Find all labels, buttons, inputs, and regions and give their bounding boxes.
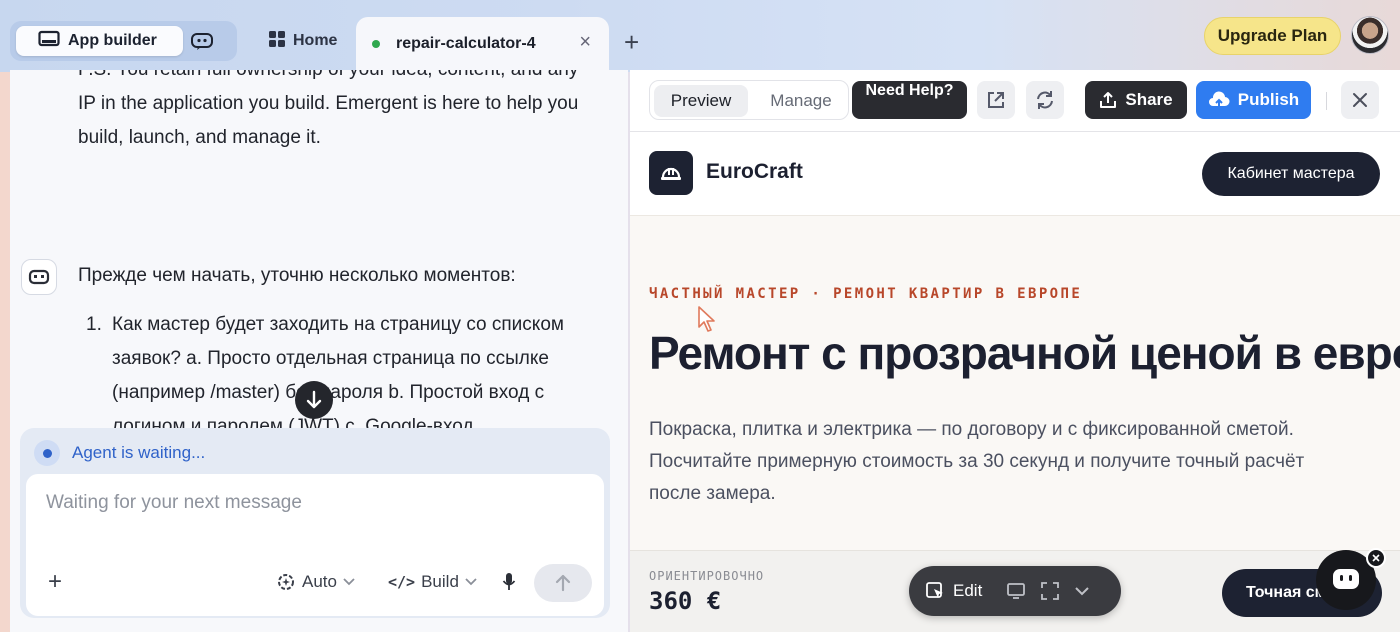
message-input-placeholder: Waiting for your next message: [46, 492, 302, 513]
message-input[interactable]: Waiting for your next message + Auto </>…: [26, 474, 604, 616]
build-label: Build: [421, 572, 459, 591]
share-label: Share: [1125, 90, 1173, 109]
hero-title: Ремонт с прозрачной ценой в евро: [649, 327, 1400, 379]
tab-manage[interactable]: Manage: [756, 85, 846, 117]
waiting-dot-icon: [34, 440, 60, 466]
add-attachment-button[interactable]: +: [48, 570, 62, 594]
close-preview-button[interactable]: [1341, 81, 1379, 119]
close-icon: [1353, 93, 1367, 107]
refresh-icon: [1037, 91, 1053, 109]
app-builder-button[interactable]: App builder: [16, 26, 183, 56]
desktop-icon[interactable]: [1006, 582, 1026, 600]
composer: Agent is waiting... Waiting for your nex…: [20, 428, 610, 618]
view-switcher: Preview Manage: [649, 80, 849, 120]
chat-bubble-icon: [1333, 569, 1359, 589]
code-icon: </>: [388, 573, 416, 591]
hero-eyebrow: ЧАСТНЫЙ МАСТЕР · РЕМОНТ КВАРТИР В ЕВРОПЕ: [649, 286, 1083, 302]
tab-home[interactable]: Home: [256, 21, 352, 61]
mouse-cursor-icon: [698, 306, 715, 332]
mode-switcher: App builder: [10, 21, 237, 61]
list-item-text: Как мастер будет заходить на страницу со…: [112, 314, 564, 437]
status-dot-icon: [372, 39, 380, 48]
question-list: 1. Как мастер будет заходить на страницу…: [86, 308, 616, 444]
laptop-icon: [38, 30, 60, 53]
top-bar: App builder Home repair-calculator-4 × +…: [0, 0, 1400, 72]
agent-avatar-icon: [21, 259, 57, 295]
previous-message: P.S. You retain full ownership of your i…: [78, 70, 579, 148]
fullscreen-icon[interactable]: [1040, 581, 1060, 601]
share-icon: [1100, 92, 1117, 108]
brand-name[interactable]: EuroCraft: [706, 160, 803, 184]
cloud-upload-icon: [1208, 91, 1230, 108]
list-item-number: 1.: [86, 314, 102, 335]
upgrade-plan-button[interactable]: Upgrade Plan: [1204, 17, 1341, 55]
send-button[interactable]: [534, 564, 592, 602]
auto-mode-icon: [278, 574, 294, 590]
avatar[interactable]: [1351, 16, 1389, 54]
list-item: 1. Как мастер будет заходить на страницу…: [86, 308, 616, 444]
open-external-button[interactable]: [977, 81, 1015, 119]
master-cabinet-button[interactable]: Кабинет мастера: [1202, 152, 1380, 196]
agent-intro: Прежде чем начать, уточню несколько моме…: [78, 265, 516, 286]
tab-repair-calculator-label: repair-calculator-4: [396, 34, 536, 52]
edit-button[interactable]: Edit: [953, 581, 982, 601]
tab-close-icon[interactable]: ×: [579, 31, 591, 54]
microphone-icon: [502, 573, 516, 590]
refresh-button[interactable]: [1026, 81, 1064, 119]
grid-icon: [268, 30, 286, 53]
app-builder-label: App builder: [68, 32, 157, 49]
toolbar-divider: [1326, 92, 1327, 110]
approx-label: ОРИЕНТИРОВОЧНО: [649, 569, 765, 583]
chat-widget-close-icon[interactable]: [1366, 548, 1386, 568]
tab-repair-calculator[interactable]: repair-calculator-4 ×: [356, 17, 609, 70]
external-link-icon: [988, 92, 1004, 108]
publish-button[interactable]: Publish: [1196, 81, 1311, 119]
mode-select[interactable]: Auto: [276, 572, 355, 592]
tab-home-label: Home: [293, 32, 338, 49]
microphone-button[interactable]: [502, 572, 516, 592]
new-tab-button[interactable]: +: [624, 27, 639, 57]
chat-mode-icon[interactable]: [190, 30, 214, 52]
chat-pane: P.S. You retain full ownership of your i…: [10, 70, 628, 632]
agent-status-label: Agent is waiting...: [72, 443, 206, 462]
chevron-down-icon[interactable]: [1074, 586, 1090, 596]
hero-lead: Покраска, плитка и электрика — по догово…: [649, 419, 1305, 504]
arrow-up-icon: [555, 574, 571, 592]
build-select[interactable]: </> Build: [388, 572, 477, 592]
scroll-down-button[interactable]: [295, 381, 333, 419]
select-edit-icon[interactable]: [925, 581, 945, 601]
agent-status: Agent is waiting...: [34, 438, 205, 468]
chevron-down-icon: [343, 578, 355, 586]
tab-preview[interactable]: Preview: [654, 85, 748, 117]
preview-toolbar: Preview Manage Need Help? Share Publish: [630, 70, 1400, 132]
preview-pane: Preview Manage Need Help? Share Publish …: [630, 70, 1400, 632]
chevron-down-icon: [465, 578, 477, 586]
arrow-down-icon: [306, 390, 322, 409]
price-value: 360 €: [649, 587, 722, 615]
edit-toolbar: Edit: [909, 566, 1121, 616]
site-header: EuroCraft Кабинет мастера: [630, 132, 1400, 216]
helmet-logo-icon[interactable]: [649, 151, 693, 195]
mode-label: Auto: [302, 572, 337, 591]
share-button[interactable]: Share: [1085, 81, 1187, 119]
need-help-button[interactable]: Need Help?: [852, 81, 967, 119]
publish-label: Publish: [1237, 90, 1300, 109]
